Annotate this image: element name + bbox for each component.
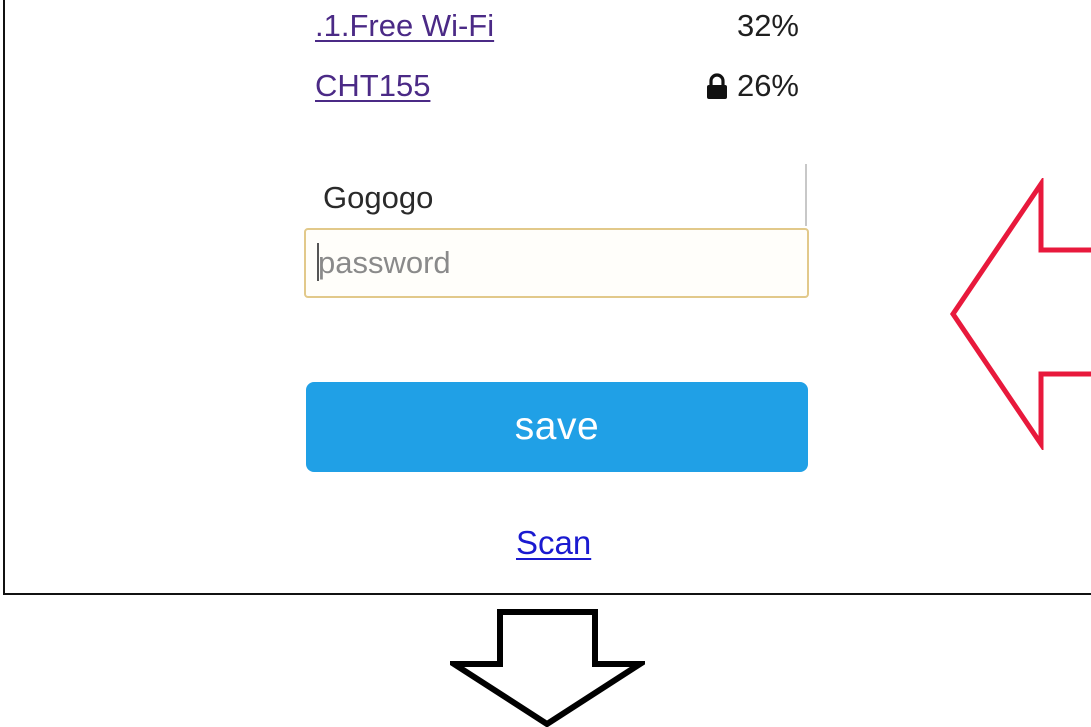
ssid-field[interactable]: Gogogo [305,164,807,226]
arrow-left-outline-icon [949,178,1091,450]
screenshot-stage: .1.Free Wi-Fi 32% CHT155 26% Gogogo save [0,0,1091,727]
save-button[interactable]: save [306,382,808,472]
signal-strength: 32% [736,8,799,43]
phone-screen-frame: .1.Free Wi-Fi 32% CHT155 26% Gogogo save [3,0,1091,595]
signal-strength: 26% [736,68,799,103]
password-input[interactable] [304,228,809,298]
network-row[interactable]: .1.Free Wi-Fi 32% [315,8,799,48]
network-signal: 26% [705,68,799,104]
text-caret [317,243,319,281]
network-signal: 32% [737,8,799,44]
arrow-down-outline-icon [450,609,645,727]
scan-link[interactable]: Scan [516,524,591,562]
network-name-link[interactable]: .1.Free Wi-Fi [315,8,494,44]
ssid-value: Gogogo [323,180,434,215]
network-row[interactable]: CHT155 26% [315,68,799,108]
lock-icon [706,73,727,99]
network-name-link[interactable]: CHT155 [315,68,430,104]
